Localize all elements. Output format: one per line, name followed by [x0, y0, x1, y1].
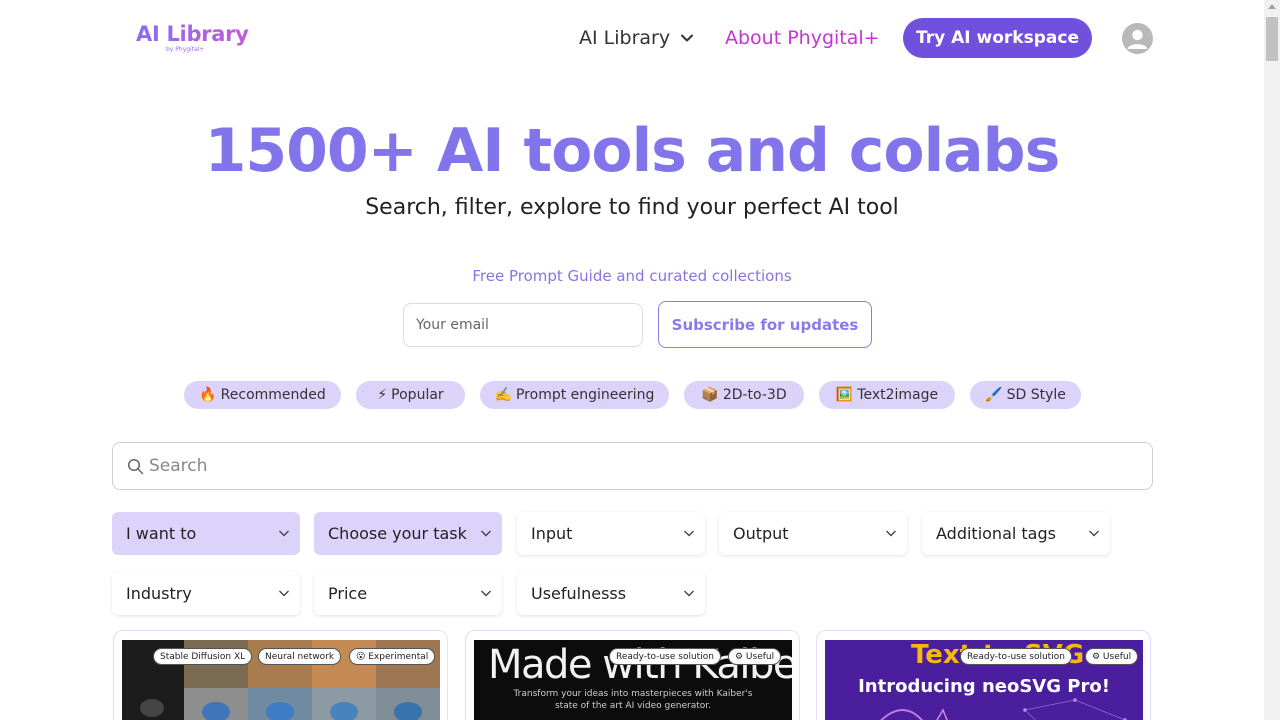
tool-card[interactable]: Text-to-SVG Introducing neoSVG Pro! Read… [816, 630, 1151, 720]
nav-about-link[interactable]: About Phygital+ [725, 27, 880, 49]
promo-link[interactable]: Free Prompt Guide and curated collection… [0, 267, 1264, 285]
search-input[interactable] [149, 449, 1139, 483]
page-scrollbar[interactable] [1264, 0, 1280, 720]
chip-recommended[interactable]: 🔥 Recommended [184, 381, 341, 409]
chevron-down-icon [684, 590, 694, 597]
chip-label: Popular [391, 387, 444, 403]
tag-badge: Ready-to-use solution [960, 648, 1072, 665]
filter-label: Industry [126, 584, 192, 603]
logo-text: AI Library [136, 22, 249, 46]
filter-label: Choose your task [328, 524, 467, 543]
hero-subtitle: Search, filter, explore to find your per… [365, 195, 899, 220]
chip-text2image[interactable]: 🖼️ Text2image [819, 381, 955, 409]
logo-subtext: by Phygital+ [166, 46, 205, 53]
chevron-down-icon [481, 590, 491, 597]
filter-label: Input [531, 524, 573, 543]
tag-badge: Neural network [258, 648, 342, 665]
package-icon: 📦 [701, 387, 719, 403]
scroll-up-arrow-icon[interactable] [1268, 4, 1276, 9]
chevron-down-icon [684, 530, 694, 537]
chip-popular[interactable]: ⚡ Popular [356, 381, 465, 409]
scrollbar-thumb[interactable] [1266, 17, 1278, 61]
filter-industry[interactable]: Industry [112, 572, 300, 615]
card-image-text-line: state of the art AI video generator. [554, 701, 712, 711]
filter-label: Usefulnesss [531, 584, 627, 603]
writing-hand-icon: ✍️ [494, 387, 512, 403]
tag-badge-useful: ⚙ Useful [728, 648, 782, 665]
user-avatar-icon[interactable] [1122, 23, 1153, 54]
chip-label: 2D-to-3D [722, 387, 787, 403]
nav-ai-library-dropdown[interactable]: AI Library [579, 27, 694, 49]
chip-label: Text2image [857, 387, 939, 403]
logo[interactable]: AI Library by Phygital+ [136, 22, 249, 53]
tag-badge: Ready-to-use solution [609, 648, 721, 665]
chip-2d-to-3d[interactable]: 📦 2D-to-3D [684, 381, 804, 409]
tool-card[interactable]: Stable Diffusion XL Neural network 😮 Exp… [113, 630, 448, 720]
framed-picture-icon: 🖼️ [835, 387, 854, 403]
tag-badge-useful: ⚙ Useful [1085, 648, 1139, 665]
chevron-down-icon [681, 34, 694, 42]
filter-price[interactable]: Price [314, 572, 502, 615]
filter-choose-your-task[interactable]: Choose your task [314, 512, 502, 555]
chip-label: SD Style [1006, 387, 1066, 403]
tag-badge-experimental: 😮 Experimental [349, 648, 436, 665]
chevron-down-icon [279, 590, 289, 597]
filter-i-want-to[interactable]: I want to [112, 512, 300, 555]
filter-label: Output [733, 524, 789, 543]
filter-usefulness[interactable]: Usefulnesss [517, 572, 705, 615]
search-icon [127, 458, 144, 475]
email-field[interactable] [403, 303, 643, 347]
top-navigation: AI Library by Phygital+ AI Library About… [0, 0, 1264, 78]
chip-sd-style[interactable]: 🖌️ SD Style [970, 381, 1081, 409]
tag-badge: Stable Diffusion XL [153, 648, 253, 665]
hero-title: 1500+ AI tools and colabs [204, 116, 1061, 186]
subscribe-button[interactable]: Subscribe for updates [658, 301, 872, 348]
chip-label: Prompt engineering [515, 387, 655, 403]
search-bar[interactable] [112, 442, 1153, 490]
chevron-down-icon [1089, 530, 1099, 537]
filter-output[interactable]: Output [719, 512, 907, 555]
paintbrush-icon: 🖌️ [985, 387, 1003, 403]
fire-icon: 🔥 [199, 387, 217, 403]
nav-ai-library-label: AI Library [579, 27, 671, 49]
try-ai-workspace-button[interactable]: Try AI workspace [903, 18, 1092, 58]
chip-prompt-engineering[interactable]: ✍️ Prompt engineering [480, 381, 669, 409]
card-image-text-line: Transform your ideas into masterpieces w… [513, 689, 753, 699]
chevron-down-icon [279, 530, 289, 537]
chip-label: Recommended [220, 387, 326, 403]
filter-label: I want to [126, 524, 197, 543]
card-image-text: Transform your ideas into masterpieces w… [474, 688, 792, 712]
chevron-down-icon [886, 530, 896, 537]
tool-card[interactable]: Made with Kaiber Transform your ideas in… [465, 630, 800, 720]
chevron-down-icon [481, 530, 491, 537]
filter-label: Price [328, 584, 368, 603]
filter-input[interactable]: Input [517, 512, 705, 555]
lightning-icon: ⚡ [377, 387, 388, 403]
filter-label: Additional tags [936, 524, 1056, 543]
card-image-title: Introducing neoSVG Pro! [858, 676, 1110, 697]
filter-additional-tags[interactable]: Additional tags [922, 512, 1110, 555]
